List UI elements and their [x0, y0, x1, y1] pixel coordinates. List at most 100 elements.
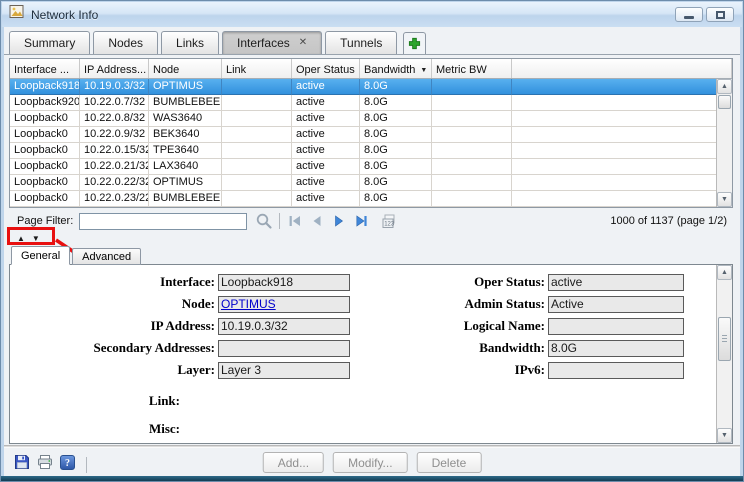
- table-row[interactable]: Loopback010.22.0.22/32OPTIMUSactive8.0G: [10, 175, 732, 191]
- table-cell: active: [292, 95, 360, 111]
- scrollbar-thumb[interactable]: [718, 317, 731, 361]
- column-header-label: Bandwidth: [364, 64, 415, 76]
- save-icon[interactable]: [14, 454, 30, 475]
- prev-page-icon[interactable]: [306, 212, 328, 230]
- table-row[interactable]: Loopback91810.19.0.3/32OPTIMUSactive8.0G: [10, 79, 732, 95]
- column-header-metric-bw[interactable]: Metric BW: [432, 59, 512, 78]
- search-icon[interactable]: [253, 212, 275, 230]
- column-header-interface[interactable]: Interface ...: [10, 59, 80, 78]
- table-cell: active: [292, 143, 360, 159]
- table-row[interactable]: Loopback010.22.0.21/32LAX3640active8.0G: [10, 159, 732, 175]
- tab-label: Links: [176, 36, 204, 50]
- table-cell: Loopback918: [10, 79, 80, 95]
- table-cell: 10.19.0.3/32: [80, 79, 149, 95]
- table-cell: 10.22.0.9/32: [80, 127, 149, 143]
- delete-button[interactable]: Delete: [417, 452, 482, 473]
- window-title: Network Info: [31, 8, 98, 22]
- column-header-ip-address[interactable]: IP Address...: [80, 59, 149, 78]
- print-icon[interactable]: [37, 454, 53, 475]
- plus-icon: [408, 37, 421, 50]
- field-value-admin-status[interactable]: Active: [548, 296, 684, 313]
- scroll-up-icon[interactable]: ▲: [717, 265, 732, 280]
- column-header-label: IP Address...: [84, 64, 146, 76]
- column-header-bandwidth[interactable]: Bandwidth ▼: [360, 59, 432, 78]
- field-value-interface[interactable]: Loopback918: [218, 274, 350, 291]
- detail-vertical-scrollbar[interactable]: ▲ ▼: [716, 265, 732, 443]
- field-value-oper-status[interactable]: active: [548, 274, 684, 291]
- scroll-up-icon[interactable]: ▲: [717, 79, 732, 94]
- sort-desc-icon: ▼: [420, 67, 427, 74]
- tab-summary[interactable]: Summary: [9, 31, 90, 54]
- table-cell: 8.0G: [360, 191, 432, 207]
- table-cell: BUMBLEBEE: [149, 191, 222, 207]
- node-link[interactable]: OPTIMUS: [221, 297, 276, 311]
- field-value-layer[interactable]: Layer 3: [218, 362, 350, 379]
- table-row[interactable]: Loopback92010.22.0.7/32BUMBLEBEEactive8.…: [10, 95, 732, 111]
- thumb-grip: [722, 335, 727, 342]
- minimize-button[interactable]: [675, 7, 703, 22]
- footer-bar: ? Add... Modify... Delete: [4, 448, 740, 476]
- table-cell: active: [292, 175, 360, 191]
- table-body: Loopback91810.19.0.3/32OPTIMUSactive8.0G…: [10, 79, 732, 207]
- table-row[interactable]: Loopback010.22.0.15/32TPE3640active8.0G: [10, 143, 732, 159]
- table-row[interactable]: Loopback010.22.0.8/32WAS3640active8.0G: [10, 111, 732, 127]
- table-cell: 10.22.0.15/32: [80, 143, 149, 159]
- tab-tunnels[interactable]: Tunnels: [325, 31, 397, 54]
- tab-label: Nodes: [108, 36, 143, 50]
- field-value-ipv6[interactable]: [548, 362, 684, 379]
- maximize-button[interactable]: [706, 7, 734, 22]
- table-header-row: Interface ... IP Address...NodeLinkOper S…: [10, 59, 732, 79]
- footer-buttons: Add... Modify... Delete: [263, 452, 482, 473]
- field-row: Layer:Layer 3: [14, 361, 350, 379]
- table-cell: BEK3640: [149, 127, 222, 143]
- tab-links[interactable]: Links: [161, 31, 219, 54]
- table-cell: [432, 111, 512, 127]
- table-row[interactable]: Loopback010.22.0.9/32BEK3640active8.0G: [10, 127, 732, 143]
- table-cell: active: [292, 79, 360, 95]
- next-page-icon[interactable]: [328, 212, 350, 230]
- field-row: Interface:Loopback918: [14, 273, 350, 291]
- field-row: Secondary Addresses:: [14, 339, 350, 357]
- tab-interfaces[interactable]: Interfaces✕: [222, 31, 322, 54]
- modify-button[interactable]: Modify...: [333, 452, 407, 473]
- table-cell: Loopback0: [10, 175, 80, 191]
- scrollbar-thumb[interactable]: [718, 95, 731, 109]
- table-cell: Loopback0: [10, 191, 80, 207]
- annotation-highlight-rectangle: [7, 227, 55, 245]
- field-value-node[interactable]: OPTIMUS: [218, 296, 350, 313]
- tab-close-icon[interactable]: ✕: [299, 38, 307, 48]
- table-cell: [222, 95, 292, 111]
- column-header-node[interactable]: Node: [149, 59, 222, 78]
- field-value-ip-address[interactable]: 10.19.0.3/32: [218, 318, 350, 335]
- detail-tab-advanced[interactable]: Advanced: [72, 248, 141, 265]
- table-row[interactable]: Loopback010.22.0.23/22BUMBLEBEEactive8.0…: [10, 191, 732, 207]
- field-value-bandwidth[interactable]: 8.0G: [548, 340, 684, 357]
- column-header-oper-status[interactable]: Oper Status: [292, 59, 360, 78]
- page-status-text: 1000 of 1137 (page 1/2): [610, 215, 727, 227]
- last-page-icon[interactable]: [350, 212, 372, 230]
- field-value-logical-name[interactable]: [548, 318, 684, 335]
- scroll-down-icon[interactable]: ▼: [717, 192, 732, 207]
- field-label-layer: Layer:: [14, 362, 218, 378]
- row-filler: [512, 111, 732, 127]
- field-value-secondary-addresses[interactable]: [218, 340, 350, 357]
- tab-nodes[interactable]: Nodes: [93, 31, 158, 54]
- add-button[interactable]: Add...: [263, 452, 324, 473]
- scroll-down-icon[interactable]: ▼: [717, 428, 732, 443]
- column-header-link[interactable]: Link: [222, 59, 292, 78]
- table-cell: [222, 79, 292, 95]
- table-vertical-scrollbar[interactable]: ▲ ▼: [716, 79, 732, 207]
- first-page-icon[interactable]: [284, 212, 306, 230]
- page-filter-input[interactable]: [79, 213, 247, 230]
- table-cell: Loopback0: [10, 111, 80, 127]
- table-cell: active: [292, 159, 360, 175]
- detail-tab-general[interactable]: General: [11, 246, 70, 265]
- field-row: IPv6:: [348, 361, 684, 379]
- field-label-admin-status: Admin Status:: [348, 296, 548, 312]
- table-cell: 10.22.0.23/22: [80, 191, 149, 207]
- goto-page-icon[interactable]: 123: [378, 212, 400, 230]
- add-tab-button[interactable]: [403, 32, 426, 54]
- help-icon[interactable]: ?: [60, 455, 75, 475]
- row-filler: [512, 127, 732, 143]
- table-cell: OPTIMUS: [149, 79, 222, 95]
